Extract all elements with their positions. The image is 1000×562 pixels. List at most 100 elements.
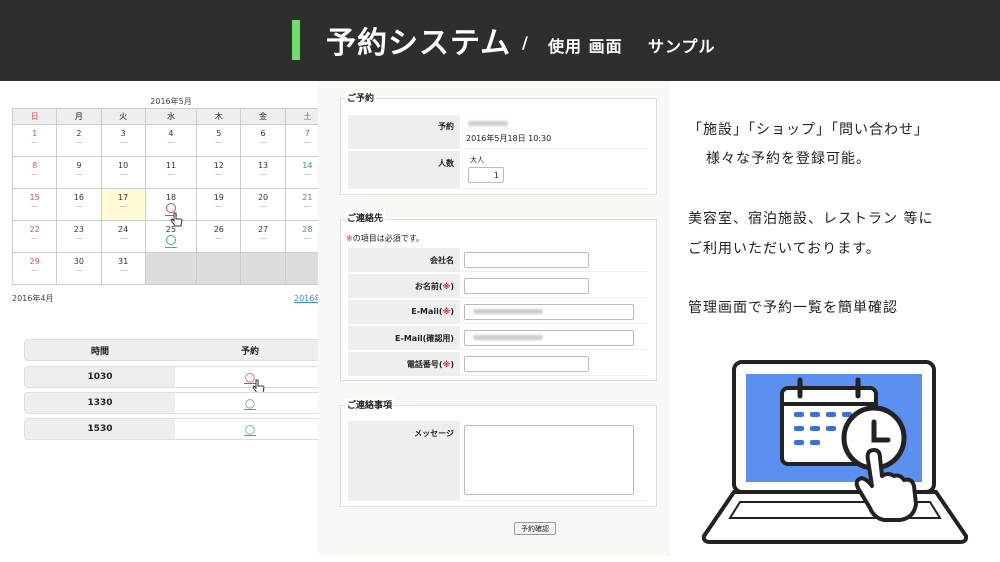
calendar-day[interactable]: 9— (56, 156, 102, 189)
page-subtitle: 使用 画面 (548, 37, 623, 56)
phone-row: 電話番号(※) (348, 352, 648, 376)
calendar-day[interactable]: 5— (196, 124, 242, 157)
page-title: 予約システム (326, 26, 512, 61)
info-line-1: 「施設」「ショップ」「問い合わせ」 (688, 122, 929, 138)
available-mark-icon[interactable] (165, 235, 176, 245)
underline (244, 434, 256, 436)
title-separator: / (522, 33, 528, 52)
notes-section-title: ご連絡事項 (345, 398, 395, 411)
calendar-day[interactable]: 15— (11, 188, 58, 221)
calendar-day[interactable]: 31— (100, 252, 146, 285)
calendar-day[interactable]: 19— (196, 188, 242, 221)
calendar: 日 月 火 水 木 金 土 1— 2— 3— 4— 5— 6— 7— 8— 9—… (11, 108, 331, 285)
calendar-day[interactable]: 29— (11, 252, 58, 285)
calendar-day[interactable]: 1— (11, 124, 58, 157)
underline (244, 408, 256, 410)
timetable-time: 1330 (25, 393, 175, 413)
calendar-week-row: 29— 30— 31— (11, 252, 331, 285)
email-confirm-row: E-Mail(確認用) (348, 326, 648, 350)
timetable-row: 1030 ○ (24, 366, 324, 388)
info-line-3: 美容室、宿泊施設、レストラン 等に (688, 211, 934, 227)
reservation-section-title: ご予約 (345, 91, 377, 104)
email-row: E-Mail(※) (348, 300, 648, 324)
weekday-sun: 日 (11, 108, 58, 125)
calendar-day[interactable]: 24— (100, 220, 146, 253)
calendar-day[interactable]: 6— (240, 124, 286, 157)
people-row: 人数 大人 1 (348, 151, 648, 189)
calendar-empty-cell (196, 252, 242, 285)
page-sample-label: サンプル (648, 37, 716, 56)
calendar-day[interactable]: 16— (56, 188, 102, 221)
info-line-4: ご利用いただいております。 (688, 241, 881, 257)
weekday-thu: 木 (196, 108, 242, 125)
calendar-day-today[interactable]: 17— (100, 188, 146, 221)
info-line-2: 様々な予約を登録可能。 (706, 151, 871, 167)
email-label: E-Mail(※) (348, 300, 460, 324)
confirm-button[interactable]: 予約確認 (514, 522, 556, 535)
calendar-day[interactable]: 27— (240, 220, 286, 253)
weekday-mon: 月 (56, 108, 102, 125)
calendar-title: 2016年5月 (150, 97, 192, 106)
name-label: お名前(※) (348, 274, 460, 298)
calendar-day[interactable]: 3— (100, 124, 146, 157)
timetable-col-time: 時間 (25, 340, 175, 360)
company-label: 会社名 (348, 248, 460, 272)
timetable-slot[interactable]: ○ (175, 367, 323, 387)
timetable-slot[interactable]: ○ (175, 419, 323, 439)
calendar-day[interactable]: 20— (240, 188, 286, 221)
email-input[interactable] (464, 304, 634, 320)
timetable-row: 1530 ○ (24, 418, 324, 440)
reservation-row: 予約 2016年5月18日 10:30 (348, 115, 648, 149)
reserve-mark-icon[interactable]: ○ (245, 423, 255, 435)
reservation-label: 予約 (348, 115, 460, 149)
timetable-col-reserve: 予約 (175, 340, 323, 360)
calendar-day[interactable]: 10— (100, 156, 146, 189)
weekday-tue: 火 (100, 108, 146, 125)
calendar-day[interactable]: 12— (196, 156, 242, 189)
message-label: メッセージ (348, 421, 460, 501)
people-type: 大人 (470, 156, 484, 164)
phone-input[interactable] (464, 356, 589, 372)
calendar-day[interactable]: 4— (144, 124, 198, 157)
calendar-week-row: 1— 2— 3— 4— 5— 6— 7— (11, 124, 331, 157)
company-input[interactable] (464, 252, 589, 268)
calendar-day[interactable]: 22— (11, 220, 58, 253)
contact-section-title: ご連絡先 (345, 211, 386, 224)
timetable-header: 時間 予約 (24, 339, 324, 361)
people-count-input[interactable]: 1 (468, 167, 504, 183)
message-textarea[interactable] (464, 425, 634, 495)
calendar-day[interactable]: 11— (144, 156, 198, 189)
name-row: お名前(※) (348, 274, 648, 298)
email-confirm-label: E-Mail(確認用) (348, 326, 460, 350)
people-label: 人数 (348, 151, 460, 189)
phone-label: 電話番号(※) (348, 352, 460, 376)
accent-bar (292, 20, 300, 60)
weekday-fri: 金 (240, 108, 286, 125)
company-row: 会社名 (348, 248, 648, 272)
calendar-empty-cell (144, 252, 198, 285)
calendar-day[interactable]: 8— (11, 156, 58, 189)
weekday-wed: 水 (144, 108, 198, 125)
calendar-empty-cell (240, 252, 286, 285)
calendar-day[interactable]: 26— (196, 220, 242, 253)
required-note: ※の項目は必須です。 (346, 234, 424, 243)
email-confirm-input[interactable] (464, 330, 634, 346)
message-row: メッセージ (348, 421, 648, 501)
reservation-datetime: 2016年5月18日 10:30 (466, 134, 552, 143)
hand-cursor-icon (170, 212, 183, 227)
underline (164, 247, 177, 248)
timetable-row: 1330 ○ (24, 392, 324, 414)
timetable-slot[interactable]: ○ (175, 393, 323, 413)
laptop-calendar-illustration-icon (701, 360, 969, 544)
calendar-week-row: 8— 9— 10— 11— 12— 13— 14— (11, 156, 331, 189)
info-line-5: 管理画面で予約一覧を簡単確認 (688, 300, 898, 316)
calendar-weekday-row: 日 月 火 水 木 金 土 (11, 108, 331, 125)
calendar-day[interactable]: 30— (56, 252, 102, 285)
reserve-mark-icon[interactable]: ○ (245, 397, 255, 409)
blurred-value (468, 121, 508, 126)
name-input[interactable] (464, 278, 589, 294)
calendar-day[interactable]: 13— (240, 156, 286, 189)
calendar-day[interactable]: 23— (56, 220, 102, 253)
calendar-day[interactable]: 2— (56, 124, 102, 157)
prev-month-link[interactable]: 2016年4月 (12, 293, 53, 304)
